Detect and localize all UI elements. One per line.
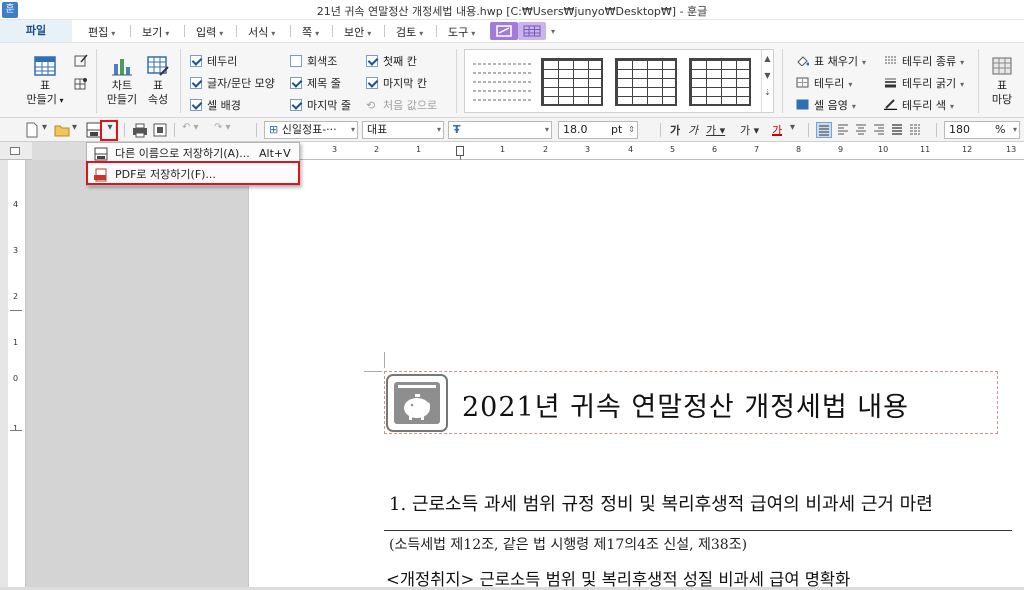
chart-make-button[interactable]: 차트 만들기 <box>103 55 141 107</box>
check-title-row[interactable]: 제목 줄 <box>290 75 341 91</box>
font-group-select[interactable]: 대표 ▾ <box>362 121 444 139</box>
font-color-icon[interactable]: 가 <box>772 122 783 137</box>
highlight-save-dropdown <box>100 120 118 141</box>
draw-table-icon[interactable] <box>74 76 88 93</box>
workspace-gray <box>26 160 248 587</box>
split-align-icon[interactable] <box>908 122 922 138</box>
zoom-field[interactable]: 180% ▾ <box>944 121 1020 139</box>
cell-shade-button[interactable]: 셀 음영 ▾ <box>796 97 856 113</box>
style-thumb-4[interactable] <box>689 58 751 106</box>
margin-mark <box>364 371 382 372</box>
strike-icon[interactable]: 가 ▾ <box>740 122 759 138</box>
distribute-icon[interactable] <box>890 122 904 138</box>
ribbon: 표 만들기 ▾ 차트 만들기 표 속성 테두리 글자/문단 모양 셀 배경 회색… <box>0 42 1024 118</box>
font-grow-icon[interactable]: 가 <box>670 122 680 138</box>
underline-icon[interactable]: 가 ▾ <box>706 122 725 138</box>
menu-view[interactable]: 보기 ▾ <box>142 24 169 40</box>
amendment-purpose: <개정취지> 근로소득 범위 및 복리후생적 성질 비과세 급여 명확화 <box>386 570 851 589</box>
save-as-icon <box>94 147 108 161</box>
table-icon <box>34 56 56 76</box>
border-color-button[interactable]: 테두리 색 ▾ <box>884 97 954 113</box>
chevron-down-icon[interactable]: ▾ <box>42 122 47 138</box>
menu-security[interactable]: 보안 ▾ <box>344 24 371 40</box>
document-title: 2021년 귀속 연말정산 개정세법 내용 <box>462 392 909 423</box>
border-type-button[interactable]: 테두리 종류 ▾ <box>884 53 964 69</box>
check-border[interactable]: 테두리 <box>190 53 237 69</box>
law-reference: (소득세법 제12조, 같은 법 시행령 제17의4조 신설, 제38조) <box>389 537 748 553</box>
redo-icon[interactable]: ↷ ▾ <box>214 122 231 138</box>
reset-to-default[interactable]: ⟲ 처음 값으로 <box>366 97 437 113</box>
table-gallery-button[interactable]: 표 마당 <box>984 55 1020 107</box>
align-center-icon[interactable] <box>854 122 868 138</box>
align-justify-icon[interactable] <box>816 122 832 138</box>
table-gallery-icon <box>992 57 1012 75</box>
heading-underline <box>384 530 1012 531</box>
italic-icon[interactable]: 가 <box>688 122 698 138</box>
left-gutter <box>0 160 8 587</box>
style-thumb-2[interactable] <box>541 58 603 106</box>
indent-marker[interactable] <box>456 146 464 156</box>
align-left-icon[interactable] <box>836 122 850 138</box>
border-width-button[interactable]: 테두리 굵기 ▾ <box>884 75 964 91</box>
font-name-select[interactable]: Ŧ ▾ <box>448 121 552 139</box>
menu-page[interactable]: 쪽 ▾ <box>302 24 319 40</box>
section-heading: 1. 근로소득 과세 범위 규정 정비 및 복리후생적 급여의 비과세 근거 마… <box>389 494 933 515</box>
title-bar: 훈 21년 귀속 연말정산 개정세법 내용.hwp [C:₩Users₩juny… <box>0 0 1024 20</box>
border-button[interactable]: 테두리 ▾ <box>796 75 852 91</box>
highlight-pdf-item <box>86 161 300 185</box>
menu-bar: 파일 편집 ▾ 보기 ▾ 입력 ▾ 서식 ▾ 쪽 ▾ 보안 ▾ 검토 ▾ 도구 ▾ ▾ <box>0 20 1024 42</box>
preview-icon[interactable] <box>152 122 168 138</box>
piggy-bank-icon <box>386 374 448 432</box>
new-document-icon[interactable] <box>24 122 40 138</box>
menu-insert[interactable]: 입력 ▾ <box>196 24 223 40</box>
print-icon[interactable] <box>132 122 148 138</box>
menu-review[interactable]: 검토 ▾ <box>396 24 423 40</box>
format-toolbar: ▾ ▾ ▾ ↶ ▾ ↷ ▾ ⊞ 신일정표-··· ▾ 대표 ▾ Ŧ ▾ 18.0 pt… <box>0 118 1024 142</box>
chevron-down-icon[interactable]: ▾ <box>72 122 77 138</box>
vertical-ruler: 4 3 2 1 0 1 <box>8 160 26 587</box>
ruler-corner[interactable] <box>0 142 32 160</box>
table-style-gallery[interactable]: ▲ ▼ ⇣ <box>464 49 774 113</box>
style-select[interactable]: ⊞ 신일정표-··· ▾ <box>264 121 358 139</box>
gallery-scroll[interactable]: ▲ ▼ ⇣ <box>761 50 773 112</box>
undo-icon[interactable]: ↶ ▾ <box>182 122 199 138</box>
check-cell-bg[interactable]: 셀 배경 <box>190 97 241 113</box>
chevron-down-icon[interactable]: ▾ <box>548 24 555 37</box>
chart-icon <box>112 59 132 76</box>
window-title: 21년 귀속 연말정산 개정세법 내용.hwp [C:₩Users₩junyo₩… <box>316 5 708 18</box>
table-layout-tab-icon[interactable] <box>518 22 546 40</box>
margin-mark <box>384 352 385 368</box>
table-make-button[interactable]: 표 만들기 ▾ <box>18 55 72 108</box>
open-folder-icon[interactable] <box>54 122 70 138</box>
horizontal-ruler: 3 2 1 1 2 3 4 5 6 7 8 9 10 11 12 13 <box>248 142 1024 160</box>
check-first-col[interactable]: 첫째 칸 <box>366 53 417 69</box>
style-thumb-1[interactable] <box>471 58 533 106</box>
edit-cell-icon[interactable] <box>74 53 88 70</box>
table-design-tab-icon[interactable] <box>490 22 518 40</box>
check-grayscale[interactable]: 회색조 <box>290 53 337 69</box>
align-right-icon[interactable] <box>872 122 886 138</box>
menu-tools[interactable]: 도구 ▾ <box>448 24 475 40</box>
menu-format[interactable]: 서식 ▾ <box>248 24 275 40</box>
menu-file[interactable]: 파일 <box>0 20 72 42</box>
check-last-col[interactable]: 마지막 칸 <box>366 75 427 91</box>
style-thumb-3[interactable] <box>615 58 677 106</box>
font-size-field[interactable]: 18.0 pt ⇕ <box>558 121 638 139</box>
table-props-button[interactable]: 표 속성 <box>143 55 173 107</box>
menu-edit[interactable]: 편집 ▾ <box>88 24 115 40</box>
table-props-icon <box>147 56 169 76</box>
chevron-down-icon[interactable]: ▾ <box>790 122 795 138</box>
table-fill-button[interactable]: 표 채우기 ▾ <box>796 53 866 69</box>
check-last-row[interactable]: 마지막 줄 <box>290 97 351 113</box>
check-char-para[interactable]: 글자/문단 모양 <box>190 75 275 91</box>
